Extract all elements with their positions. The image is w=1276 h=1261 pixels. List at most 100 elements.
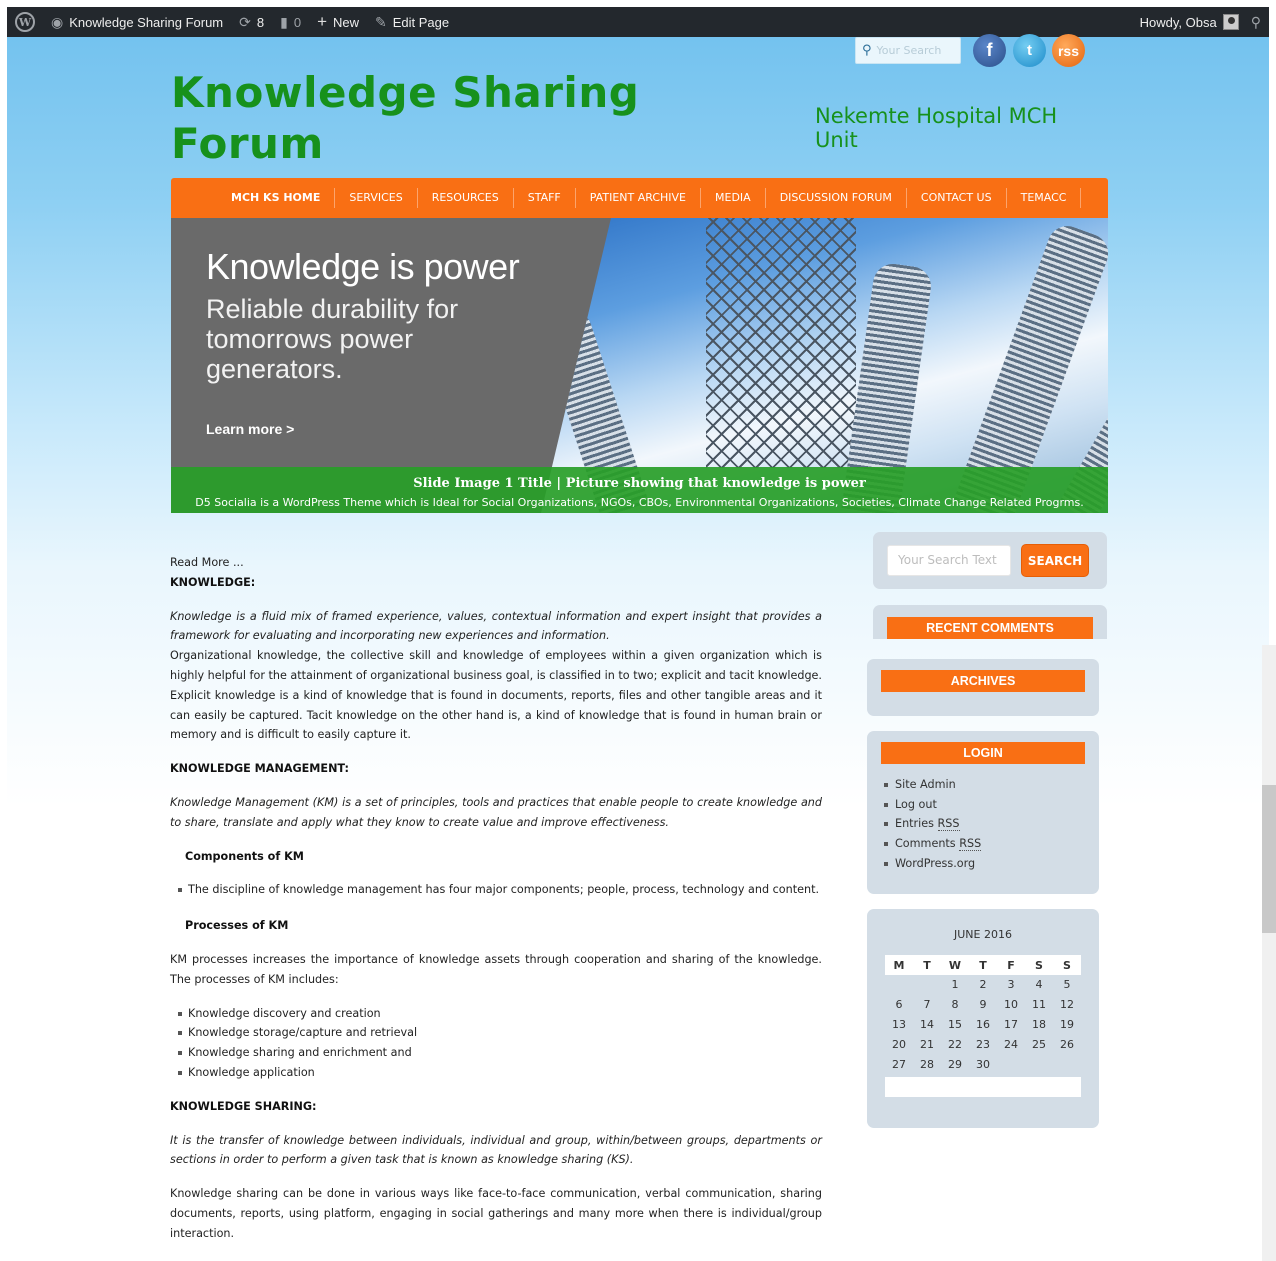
updates-menu[interactable]: ⟳ 8	[231, 7, 272, 37]
edit-page-link[interactable]: ✎ Edit Page	[367, 7, 457, 37]
calendar-day: 11	[1032, 998, 1046, 1012]
main-navigation: MCH KS HOME SERVICES RESOURCES STAFF PAT…	[171, 178, 1108, 218]
organizational-knowledge-paragraph: Organizational knowledge, the collective…	[170, 649, 822, 742]
nav-item-contact-us[interactable]: CONTACT US	[907, 188, 1007, 208]
log-out-link[interactable]: Log out	[881, 795, 981, 815]
heading-processes-of-km: Processes of KM	[185, 919, 289, 933]
calendar-day: 9	[979, 998, 987, 1012]
calendar-day: 13	[892, 1017, 906, 1031]
browser-viewport: W ◉ Knowledge Sharing Forum ⟳ 8 ▮ 0 + Ne…	[7, 7, 1269, 1261]
calendar-day: 18	[1032, 1017, 1046, 1031]
comments-count: 0	[293, 14, 302, 30]
nav-item-staff[interactable]: STAFF	[514, 188, 576, 208]
calendar-day: 14	[920, 1017, 934, 1031]
nav-item-media[interactable]: MEDIA	[701, 188, 766, 208]
new-content-menu[interactable]: + New	[309, 7, 367, 37]
nav-item-discussion-forum[interactable]: DISCUSSION FORUM	[766, 188, 907, 208]
updates-count: 8	[256, 14, 265, 30]
calendar-day	[1053, 1054, 1081, 1074]
calendar-header: T	[913, 955, 941, 975]
processes-paragraph: KM processes increases the importance of…	[170, 952, 822, 986]
site-title[interactable]: Knowledge Sharing Forum	[171, 67, 641, 169]
knowledge-sharing-definition: It is the transfer of knowledge between …	[170, 1133, 822, 1167]
list-item: Knowledge sharing and enrichment and	[170, 1043, 822, 1063]
calendar-day: 3	[1007, 978, 1015, 992]
calendar-day: 7	[923, 998, 931, 1012]
hero-slider[interactable]: Knowledge is power Reliable durability f…	[171, 218, 1108, 513]
nav-item-mch-ks-home[interactable]: MCH KS HOME	[217, 188, 336, 208]
wp-logo-menu[interactable]: W	[7, 7, 43, 37]
calendar-day: 4	[1035, 978, 1043, 992]
calendar-header: F	[997, 955, 1025, 975]
calendar-day: 29	[948, 1057, 962, 1071]
list-item: Knowledge application	[170, 1063, 822, 1083]
slide-learn-more-link[interactable]: Learn more >	[206, 421, 294, 437]
nav-item-services[interactable]: SERVICES	[335, 188, 418, 208]
calendar-day: 23	[976, 1037, 990, 1051]
calendar-day	[885, 975, 913, 995]
calendar-table: M T W T F S S 1 2 3 4 5 6 7 8 9 10 11 12…	[885, 955, 1081, 1074]
my-account-menu[interactable]: Howdy, Obsa	[1132, 7, 1243, 37]
avatar	[1222, 14, 1239, 30]
site-name-label: Knowledge Sharing Forum	[69, 14, 224, 30]
calendar-week: 13 14 15 16 17 18 19	[885, 1015, 1081, 1035]
list-item: Knowledge discovery and creation	[170, 1004, 822, 1024]
calendar-day	[913, 975, 941, 995]
calendar-day: 12	[1060, 998, 1074, 1012]
calendar-day	[1025, 1054, 1053, 1074]
comments-rss-link[interactable]: Comments RSS	[881, 834, 982, 854]
page-content: Read More ... KNOWLEDGE: Knowledge is a …	[170, 553, 822, 1244]
comments-menu[interactable]: ▮ 0	[272, 7, 309, 37]
login-links: Site Admin Log out Entries RSS Comments …	[881, 775, 982, 874]
wordpress-icon: W	[15, 12, 35, 32]
sidebar-search-button[interactable]: SEARCH	[1021, 544, 1089, 577]
page-scrollbar-thumb[interactable]	[1262, 785, 1276, 933]
list-item: The discipline of knowledge management h…	[170, 880, 822, 900]
header-search-input[interactable]: ⚲ Your Search	[855, 37, 961, 64]
slide-heading: Knowledge is power	[206, 246, 520, 287]
facebook-icon[interactable]: f	[973, 34, 1006, 67]
slide-image-tower	[706, 218, 856, 468]
heading-knowledge: KNOWLEDGE:	[170, 575, 256, 589]
edit-page-label: Edit Page	[392, 14, 450, 30]
site-admin-link[interactable]: Site Admin	[881, 775, 981, 795]
nav-item-temacc[interactable]: TEMACC	[1007, 188, 1082, 208]
calendar-week: 20 21 22 23 24 25 26	[885, 1034, 1081, 1054]
search-icon: ⚲	[1250, 13, 1261, 30]
km-definition: Knowledge Management (KM) is a set of pr…	[170, 795, 822, 829]
comment-bubble-icon: ▮	[280, 13, 288, 30]
calendar-day	[997, 1054, 1025, 1074]
admin-bar: W ◉ Knowledge Sharing Forum ⟳ 8 ▮ 0 + Ne…	[7, 7, 1269, 37]
calendar-day: 19	[1060, 1017, 1074, 1031]
nav-item-patient-archive[interactable]: PATIENT ARCHIVE	[576, 188, 701, 208]
header-search-placeholder: Your Search	[876, 44, 942, 57]
site-name-menu[interactable]: ◉ Knowledge Sharing Forum	[43, 7, 231, 37]
site-title-line2: Forum	[171, 119, 324, 168]
calendar-day: 2	[979, 978, 987, 992]
twitter-icon[interactable]: t	[1013, 34, 1046, 67]
sidebar-search-input[interactable]: Your Search Text	[887, 545, 1011, 576]
calendar-header: S	[1025, 955, 1053, 975]
calendar-day: 15	[948, 1017, 962, 1031]
calendar-day: 26	[1060, 1037, 1074, 1051]
admin-search-button[interactable]: ⚲	[1243, 7, 1269, 37]
rss-feed-icon[interactable]: rss	[1052, 34, 1085, 67]
processes-list: Knowledge discovery and creation Knowled…	[170, 1004, 822, 1083]
read-more-link[interactable]: Read More ...	[170, 553, 822, 573]
updates-icon: ⟳	[239, 13, 251, 30]
calendar-day: 1	[951, 978, 959, 992]
entries-rss-link[interactable]: Entries RSS	[881, 814, 981, 834]
nav-item-resources[interactable]: RESOURCES	[418, 188, 514, 208]
calendar-day: 5	[1063, 978, 1071, 992]
site-description: Nekemte Hospital MCH Unit	[815, 104, 1058, 152]
calendar-day: 24	[1004, 1037, 1018, 1051]
archives-widget: ARCHIVES	[867, 659, 1099, 716]
new-label: New	[333, 14, 360, 30]
page-scrollbar-track[interactable]	[1262, 645, 1276, 1261]
list-item: Knowledge storage/capture and retrieval	[170, 1023, 822, 1043]
wordpress-org-link[interactable]: WordPress.org	[881, 854, 981, 874]
heading-components-of-km: Components of KM	[185, 849, 304, 863]
calendar-day: 10	[1004, 998, 1018, 1012]
calendar-day: 25	[1032, 1037, 1046, 1051]
howdy-label: Howdy, Obsa	[1139, 14, 1217, 30]
